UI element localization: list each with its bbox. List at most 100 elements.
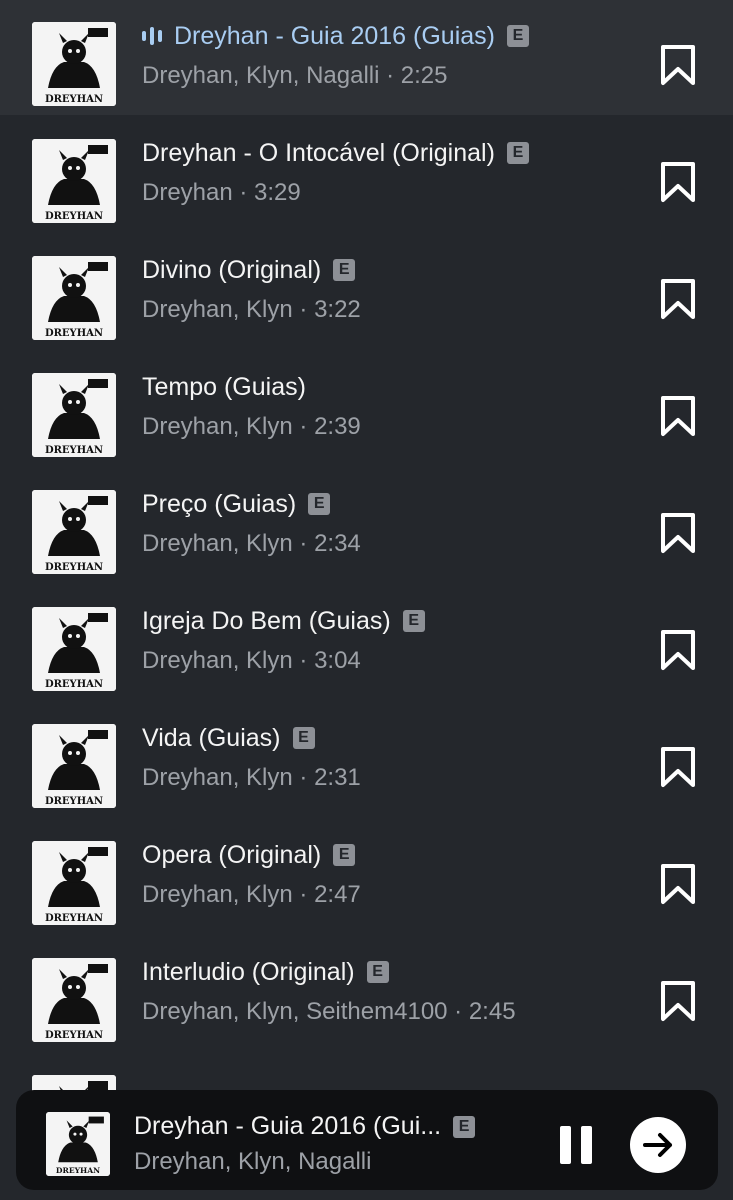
track-title: Dreyhan - O Intocável (Original) [142,138,495,167]
explicit-badge: E [333,259,356,281]
bookmark-button[interactable] [660,161,696,203]
album-art: DREYHAN [32,958,116,1042]
svg-text:DREYHAN: DREYHAN [56,1166,100,1175]
bookmark-button[interactable] [660,746,696,788]
track-title: Igreja Do Bem (Guias) [142,606,391,635]
svg-text:DREYHAN: DREYHAN [45,796,103,807]
track-row[interactable]: DREYHAN Dreyhan - O Intocável (Original) E… [0,115,733,232]
album-art-graphic: DREYHAN [32,958,116,1042]
album-art: DREYHAN [32,139,116,223]
pause-button[interactable] [556,1123,596,1164]
bookmark-icon [661,981,695,1021]
bookmark-icon [661,279,695,319]
equalizer-icon [142,24,162,48]
track-title: Divino (Original) [142,255,322,284]
track-title-row: Vida (Guias) E [142,720,315,756]
explicit-badge: E [292,727,315,749]
track-title-row: Divino (Original) E [142,252,356,288]
track-row[interactable]: DREYHAN Igreja Do Bem (Guias) E Dreyhan, Kl… [0,583,733,700]
album-art: DREYHAN [32,490,116,574]
bookmark-icon [661,864,695,904]
now-playing-title-row: Dreyhan - Guia 2016 (Gui... E [134,1112,476,1141]
track-artists-duration: Dreyhan · 3:29 [142,179,301,206]
svg-text:DREYHAN: DREYHAN [45,211,103,222]
now-playing-title: Dreyhan - Guia 2016 (Gui... [134,1112,442,1140]
album-art: DREYHAN [32,373,116,457]
track-title-row: Tempo (Guias) [142,369,306,405]
svg-text:DREYHAN: DREYHAN [45,679,103,690]
album-art-graphic: DREYHAN [32,841,116,925]
track-artists-duration: Dreyhan, Klyn · 2:34 [142,530,361,557]
track-title: Opera (Original) [142,840,322,869]
now-playing-artists: Dreyhan, Klyn, Nagalli [134,1148,372,1175]
svg-text:DREYHAN: DREYHAN [45,328,103,339]
track-artists-duration: Dreyhan, Klyn · 3:04 [142,647,361,674]
bookmark-button[interactable] [660,512,696,554]
bookmark-icon [661,162,695,202]
track-row[interactable]: DREYHAN Interludio (Original) E Dreyhan, Kl… [0,934,733,1051]
explicit-badge: E [453,1115,476,1138]
track-row[interactable]: DREYHAN Dreyhan - Guia 2016 (Guias) E Dreyh… [0,0,733,115]
album-art: DREYHAN [32,724,116,808]
bookmark-button[interactable] [660,980,696,1022]
svg-text:DREYHAN: DREYHAN [45,94,103,105]
track-title-row: Opera (Original) E [142,837,356,873]
explicit-badge: E [402,610,425,632]
album-art-graphic: DREYHAN [32,139,116,223]
bookmark-icon [661,747,695,787]
explicit-badge: E [308,493,331,515]
bookmark-icon [661,630,695,670]
track-row[interactable]: DREYHAN Tempo (Guias) Dreyhan, Klyn · 2:39 [0,349,733,466]
album-art-graphic: DREYHAN [46,1112,110,1176]
explicit-badge: E [506,142,529,164]
arrow-right-icon [643,1133,672,1157]
album-art-graphic: DREYHAN [32,373,116,457]
track-title-row: Preço (Guias) E [142,486,331,522]
svg-text:DREYHAN: DREYHAN [45,562,103,573]
album-art-graphic: DREYHAN [32,256,116,340]
bookmark-icon [661,513,695,553]
svg-text:DREYHAN: DREYHAN [45,1030,103,1041]
track-title: Tempo (Guias) [142,372,306,401]
album-art: DREYHAN [32,841,116,925]
track-artists-duration: Dreyhan, Klyn · 2:47 [142,881,361,908]
album-art-graphic: DREYHAN [32,607,116,691]
explicit-badge: E [333,844,356,866]
svg-text:DREYHAN: DREYHAN [45,913,103,924]
bookmark-icon [661,396,695,436]
next-button[interactable] [630,1117,686,1173]
bookmark-icon [661,45,695,85]
album-art-graphic: DREYHAN [32,490,116,574]
album-art: DREYHAN [32,256,116,340]
track-artists-duration: Dreyhan, Klyn · 2:31 [142,764,361,791]
bookmark-button[interactable] [660,629,696,671]
track-title: Preço (Guias) [142,489,297,518]
pause-icon [560,1126,571,1164]
track-artists-duration: Dreyhan, Klyn · 3:22 [142,296,361,323]
track-row[interactable]: DREYHAN Opera (Original) E Dreyhan, Klyn · … [0,817,733,934]
track-row[interactable]: DREYHAN Preço (Guias) E Dreyhan, Klyn · 2:3… [0,466,733,583]
bookmark-button[interactable] [660,395,696,437]
track-artists-duration: Dreyhan, Klyn, Seithem4100 · 2:45 [142,998,516,1025]
album-art: DREYHAN [32,22,116,106]
explicit-badge: E [366,961,389,983]
bookmark-button[interactable] [660,44,696,86]
track-title: Vida (Guias) [142,723,281,752]
track-title-row: Dreyhan - O Intocável (Original) E [142,135,529,171]
bookmark-button[interactable] [660,278,696,320]
track-artists-duration: Dreyhan, Klyn · 2:39 [142,413,361,440]
now-playing-album-art: DREYHAN [46,1112,110,1176]
track-title-row: Igreja Do Bem (Guias) E [142,603,425,639]
track-artists-duration: Dreyhan, Klyn, Nagalli · 2:25 [142,62,448,89]
bookmark-button[interactable] [660,863,696,905]
album-art: DREYHAN [32,607,116,691]
track-title-row: Interludio (Original) E [142,954,389,990]
track-row[interactable]: DREYHAN Vida (Guias) E Dreyhan, Klyn · 2:31 [0,700,733,817]
track-row[interactable]: DREYHAN Divino (Original) E Dreyhan, Klyn ·… [0,232,733,349]
track-title: Dreyhan - Guia 2016 (Guias) [174,21,495,50]
album-art-graphic: DREYHAN [32,724,116,808]
svg-text:DREYHAN: DREYHAN [45,445,103,456]
explicit-badge: E [506,25,529,47]
now-playing-bar[interactable]: DREYHAN Dreyhan - Guia 2016 (Gui... E Dr… [16,1090,718,1190]
track-title: Interludio (Original) [142,957,355,986]
